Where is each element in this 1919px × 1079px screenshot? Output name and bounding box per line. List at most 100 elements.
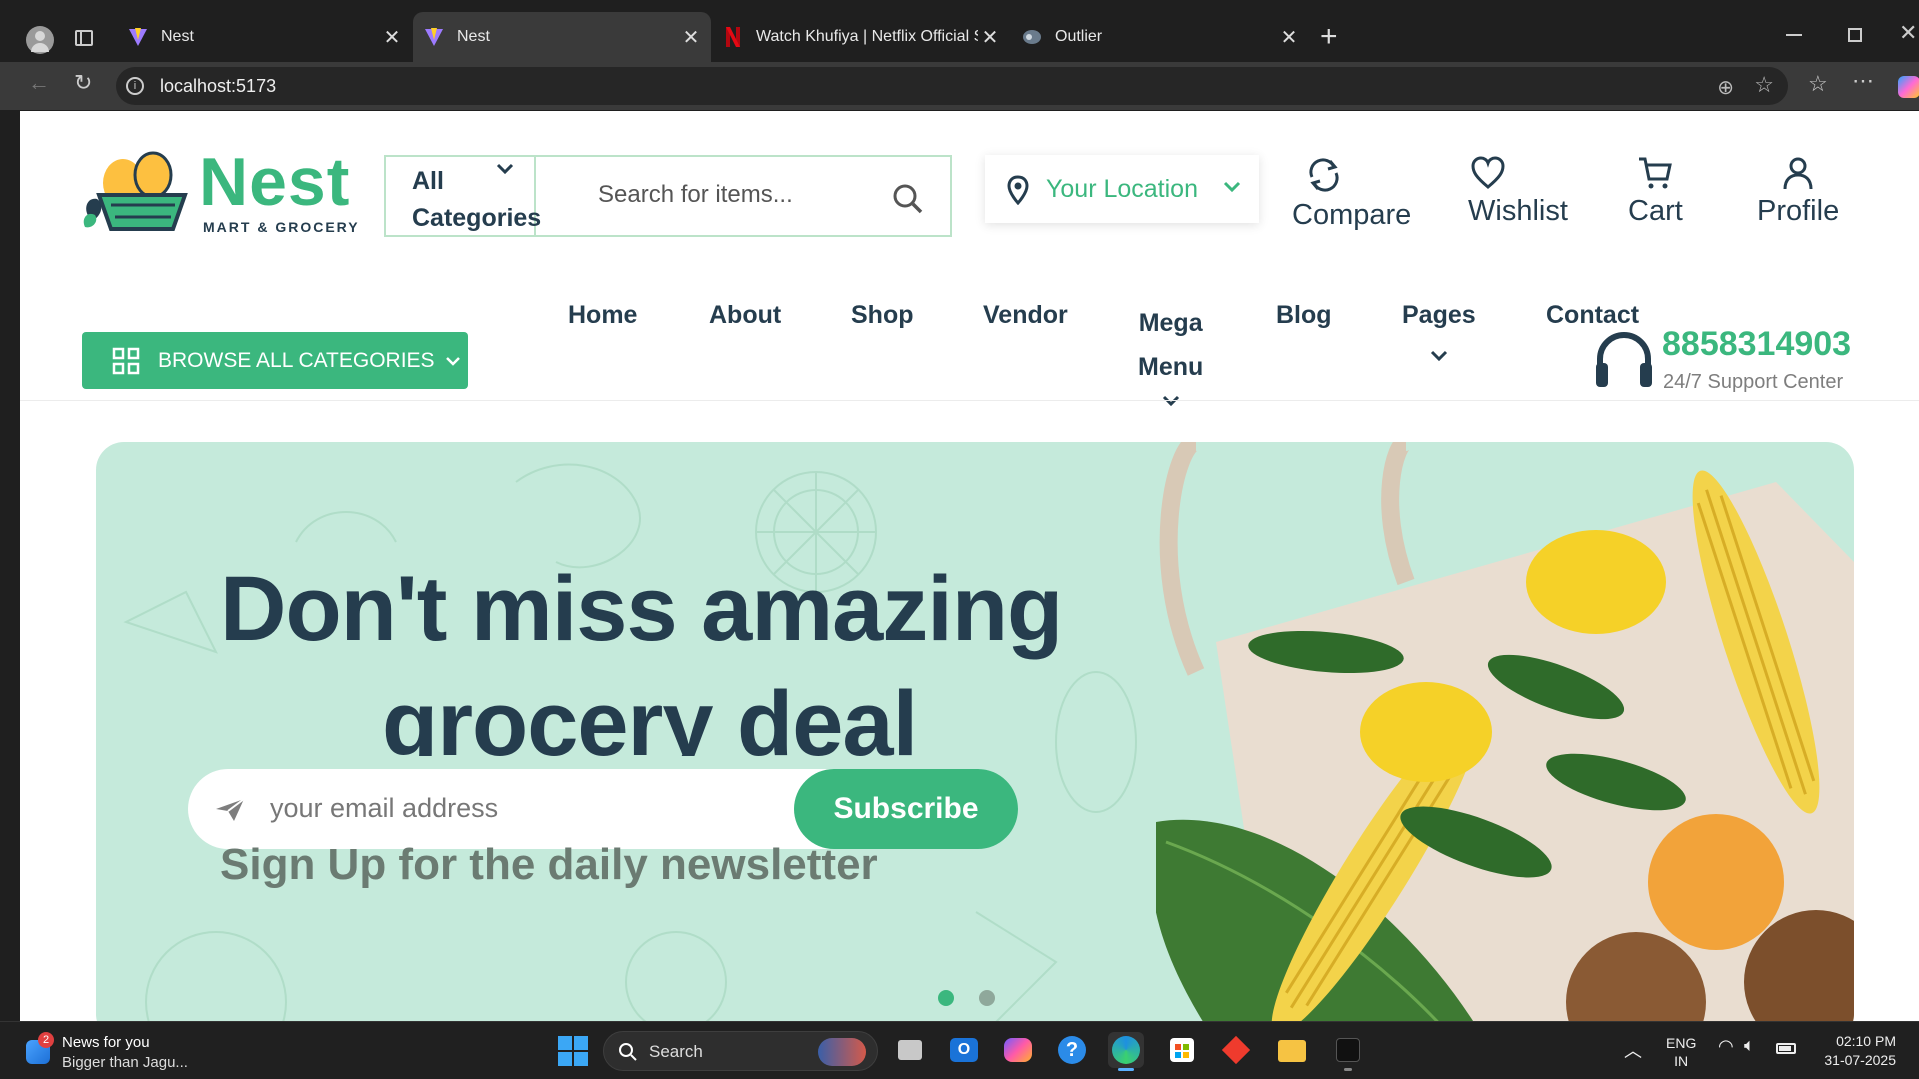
search-icon[interactable] [892,183,924,215]
file-explorer-icon[interactable] [1274,1032,1310,1068]
hero-banner: Don't miss amazing grocery deal your ema… [96,442,1854,1021]
profile-label: Profile [1757,195,1840,227]
hero-subtext: Sign Up for the daily newsletter [220,840,878,889]
close-window-icon[interactable]: ✕ [1899,20,1917,46]
heart-icon [1471,156,1505,189]
clock[interactable]: 02:10 PM 31-07-2025 [1812,1032,1896,1070]
tab-outlier[interactable]: Outlier ✕ [1011,12,1309,62]
tab-nest-1[interactable]: Nest ✕ [117,12,412,62]
profile-button[interactable]: Profile [1757,155,1839,228]
nav-blog[interactable]: Blog [1276,301,1332,330]
support-label: 24/7 Support Center [1663,371,1844,393]
subscribe-button[interactable]: Subscribe [794,769,1018,849]
taskbar-search-label: Search [649,1042,703,1061]
close-tab-icon[interactable]: ✕ [679,25,703,50]
browser-tab-bar: Nest ✕ Nest ✕ Watch Khufiya | Netflix Of… [0,0,1919,62]
wishlist-label: Wishlist [1468,195,1568,227]
tray-overflow-icon[interactable]: ︿ [1624,1037,1642,1063]
outlook-icon[interactable]: O [946,1032,982,1068]
close-tab-icon[interactable]: ✕ [380,25,404,50]
nav-mega-line1: Mega [1138,309,1203,337]
wifi-icon[interactable]: ◠ [1718,1036,1734,1057]
nav-about[interactable]: About [709,301,781,330]
search-input[interactable]: Search for items... [598,181,793,209]
maximize-window-icon[interactable] [1848,28,1862,42]
tab-title: Outlier [1055,28,1103,45]
netflix-icon [722,26,744,48]
cart-button[interactable]: Cart [1628,155,1683,228]
site-info-icon[interactable]: i [126,77,144,95]
news-widget[interactable]: 2 News for you Bigger than Jagu... [24,1032,204,1072]
search-group: All Categories Search for items... [384,155,952,237]
reload-icon[interactable]: ↻ [74,70,92,96]
help-icon[interactable]: ? [1054,1032,1090,1068]
edge-icon[interactable] [1108,1032,1144,1071]
nav-home[interactable]: Home [568,301,637,330]
email-input[interactable]: your email address [270,793,498,824]
url-text: localhost:5173 [160,75,277,96]
send-icon [216,798,245,821]
nav-vendor[interactable]: Vendor [983,301,1068,330]
slider-dot[interactable] [979,990,995,1006]
close-tab-icon[interactable]: ✕ [978,25,1002,50]
nav-contact[interactable]: Contact [1546,301,1639,330]
profile-avatar-icon[interactable] [26,26,54,54]
new-tab-icon[interactable]: + [1320,20,1338,54]
windows-start-icon[interactable] [556,1032,592,1068]
chevron-down-icon [1223,181,1241,193]
tab-nest-2[interactable]: Nest ✕ [413,12,711,62]
battery-icon[interactable] [1776,1043,1796,1054]
logo[interactable]: Nest MART & GROCERY [81,144,381,239]
copilot-app-icon[interactable] [1000,1032,1036,1068]
chevron-down-icon [1430,350,1447,362]
copilot-icon[interactable] [1898,76,1919,98]
slider-dot-active[interactable] [938,990,954,1006]
favorites-icon[interactable]: ☆ [1808,71,1828,97]
terminal-app-icon[interactable] [1330,1032,1366,1071]
wishlist-button[interactable]: Wishlist [1468,155,1568,228]
hero-headline-line1: Don't miss amazing [220,558,1063,660]
clock-time: 02:10 PM [1836,1033,1896,1049]
nav-pages[interactable]: Pages [1402,301,1476,362]
compare-button[interactable]: Compare [1292,155,1411,232]
outlier-icon [1021,26,1043,48]
nav-shop[interactable]: Shop [851,301,914,330]
support-phone[interactable]: 8858314903 [1662,325,1851,364]
browse-categories-label: BROWSE ALL CATEGORIES [158,348,435,372]
zoom-icon[interactable]: ⊕ [1717,75,1734,100]
tab-actions-icon[interactable] [75,30,93,46]
search-highlight-icon [818,1038,866,1066]
vite-icon [127,26,149,48]
category-select-line2: Categories [412,204,542,232]
language-line1: ENG [1666,1035,1697,1051]
compare-icon [1309,158,1339,192]
minimize-window-icon[interactable] [1786,34,1802,36]
favorite-star-icon[interactable]: ☆ [1754,72,1774,98]
chevron-down-icon [445,356,460,366]
newsletter-form: your email address Subscribe [188,769,1018,849]
task-view-icon[interactable] [892,1032,928,1068]
tab-title: Watch Khufiya | Netflix Official Sit [756,28,978,45]
tab-netflix[interactable]: Watch Khufiya | Netflix Official Sit ✕ [712,12,1010,62]
cart-label: Cart [1628,195,1683,227]
close-tab-icon[interactable]: ✕ [1277,25,1301,50]
volume-icon[interactable]: 🔈︎ [1744,1035,1755,1056]
compare-label: Compare [1292,199,1412,231]
taskbar-search[interactable]: Search [603,1031,878,1071]
more-menu-icon[interactable]: ⋯ [1852,68,1874,94]
anydesk-icon[interactable] [1218,1032,1254,1068]
chevron-down-icon [1162,395,1179,407]
nav-pages-label: Pages [1402,301,1476,329]
language-indicator[interactable]: ENG IN [1666,1034,1696,1070]
search-icon [619,1043,637,1061]
category-select[interactable]: All Categories [386,157,542,235]
category-select-line1: All [412,167,444,195]
store-icon[interactable] [1164,1032,1200,1068]
browse-categories-button[interactable]: BROWSE ALL CATEGORIES [82,332,468,389]
nav-mega-menu[interactable]: Mega Menu [1138,301,1203,407]
address-bar[interactable]: i localhost:5173 ⊕ ☆ [116,67,1788,105]
language-line2: IN [1674,1053,1689,1069]
location-label: Your Location [1046,175,1198,203]
back-arrow-icon[interactable]: ← [28,70,50,96]
location-select[interactable]: Your Location [985,155,1259,223]
